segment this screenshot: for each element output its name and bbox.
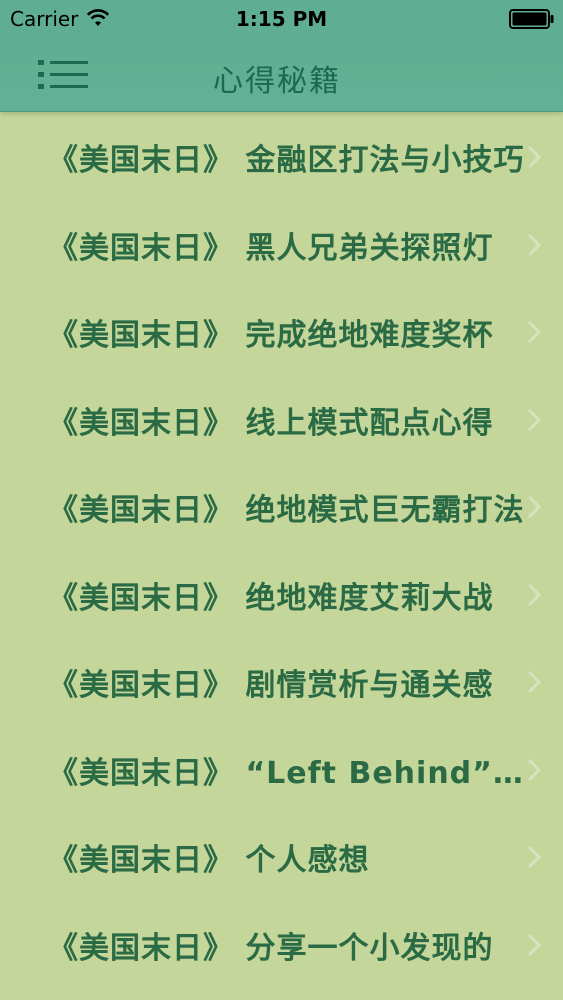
chevron-right-icon (527, 758, 541, 781)
list-item[interactable]: 《美国末日》 个人感想 (0, 813, 563, 901)
status-bar: Carrier 1:15 PM (0, 0, 563, 40)
list-item-label: 《美国末日》 剧情赏析与通关感 (48, 668, 494, 703)
chevron-right-icon (527, 933, 541, 956)
list-item-label: 《美国末日》 分享一个小发现的 (48, 930, 494, 966)
list-item[interactable]: 《美国末日》 “Left Behind”DLC (0, 726, 563, 814)
list-item[interactable]: 《美国末日》 完成绝地难度奖杯 (0, 288, 563, 376)
chevron-right-icon (527, 583, 541, 606)
page-title: 心得秘籍 (213, 64, 341, 99)
list-item-label: 《美国末日》 完成绝地难度奖杯 (48, 318, 494, 353)
nav-bar: 心得秘籍 (0, 40, 563, 112)
list-item[interactable]: 《美国末日》 分享一个小发现的 (0, 901, 563, 989)
list-item-label: 《美国末日》 绝地难度艾莉大战 (48, 580, 494, 616)
list-item[interactable]: 《美国末日》 线上模式配点心得 (0, 376, 563, 464)
chevron-right-icon (527, 320, 541, 344)
chevron-right-icon (527, 233, 541, 256)
status-time: 1:15 PM (235, 7, 328, 31)
list-item-label: 《美国末日》 黑人兄弟关探照灯 (48, 230, 494, 266)
list-item[interactable]: 《美国末日》 剧情赏析与通关感 (0, 638, 563, 726)
battery-icon (509, 9, 554, 29)
list-item-label: 《美国末日》 “Left Behind”DLC (48, 755, 528, 791)
list-item-label: 《美国末日》 个人感想 (48, 843, 370, 878)
list-item-label: 《美国末日》 线上模式配点心得 (48, 405, 494, 441)
list-item[interactable]: 《美国末日》 黑人兄弟关探照灯 (0, 201, 563, 289)
list-item-label: 《美国末日》 金融区打法与小技巧 (48, 143, 525, 178)
chevron-right-icon (527, 408, 541, 431)
chevron-right-icon (527, 145, 541, 169)
article-list: 《美国末日》 金融区打法与小技巧 《美国末日》 黑人兄弟关探照灯 《美国末日》 完成… (0, 113, 563, 988)
menu-icon[interactable] (38, 58, 90, 92)
list-item[interactable]: 《美国末日》 绝地模式巨无霸打法 (0, 463, 563, 551)
chevron-right-icon (527, 495, 541, 519)
list-item[interactable]: 《美国末日》 绝地难度艾莉大战 (0, 551, 563, 639)
list-item-label: 《美国末日》 绝地模式巨无霸打法 (48, 493, 525, 528)
chevron-right-icon (527, 670, 541, 694)
list-item[interactable]: 《美国末日》 金融区打法与小技巧 (0, 113, 563, 201)
chevron-right-icon (527, 845, 541, 869)
